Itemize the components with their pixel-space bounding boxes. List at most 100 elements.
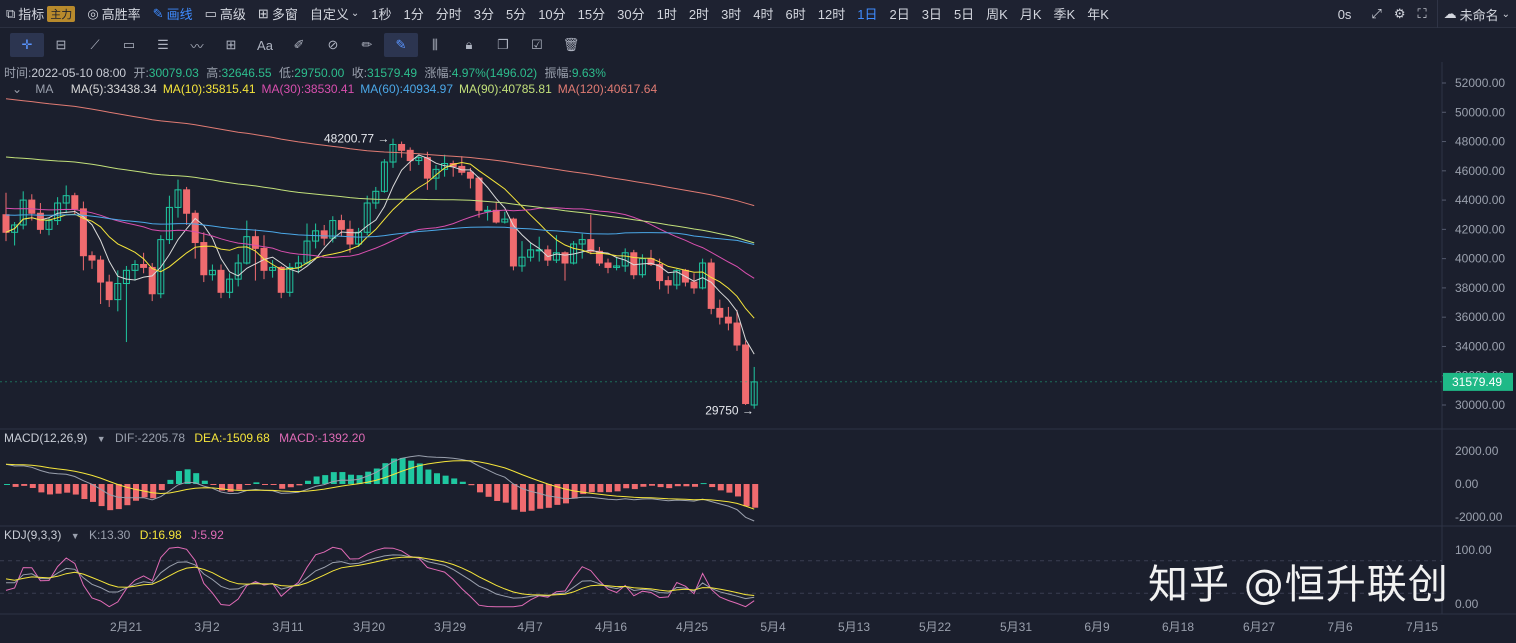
macd-bar	[511, 484, 518, 510]
x-tick-label: 3月11	[272, 620, 304, 634]
macd-bar	[227, 484, 234, 492]
x-tick-label: 4月16	[594, 620, 628, 634]
macd-bar	[107, 484, 114, 511]
candle-body	[88, 255, 96, 261]
macd-bar	[55, 484, 62, 494]
candle-body	[492, 209, 500, 223]
macd-bar	[270, 484, 277, 485]
macd-bar	[442, 475, 449, 484]
current-price-label: 31579.49	[1452, 375, 1502, 389]
macd-bar	[468, 484, 475, 486]
candle-body	[140, 263, 148, 268]
macd-tick-label: 2000.00	[1455, 444, 1499, 458]
candle-body	[71, 195, 79, 210]
x-tick-label: 7月6	[1327, 620, 1353, 634]
macd-bar	[752, 484, 759, 508]
macd-bar	[666, 484, 673, 489]
macd-bar	[692, 484, 698, 487]
macd-bar	[313, 476, 320, 484]
macd-bar	[709, 484, 716, 488]
macd-bar	[451, 478, 458, 484]
macd-bar	[38, 484, 45, 493]
price-tick-label: 48000.00	[1455, 135, 1505, 149]
macd-bar	[726, 484, 733, 493]
macd-bar	[700, 483, 707, 485]
kdj-tick-label: 0.00	[1455, 597, 1479, 611]
x-tick-label: 4月7	[517, 620, 543, 634]
candle-body	[664, 280, 672, 286]
candle-body	[2, 214, 10, 233]
candle-body	[587, 239, 595, 252]
macd-bar	[735, 484, 741, 497]
macd-bar	[348, 474, 354, 484]
price-tick-label: 52000.00	[1455, 76, 1505, 90]
macd-bar	[537, 484, 544, 509]
macd-bar	[201, 480, 208, 484]
macd-bar	[588, 484, 595, 493]
price-tick-label: 40000.00	[1455, 252, 1505, 266]
macd-bar	[133, 484, 139, 501]
macd-bar	[563, 484, 569, 504]
macd-bar	[425, 469, 432, 484]
macd-bar	[477, 484, 483, 493]
ma60-line	[5, 214, 755, 245]
macd-bar	[649, 484, 655, 486]
candle-body	[724, 316, 732, 324]
macd-bar	[4, 484, 10, 485]
candle-body	[742, 344, 750, 405]
x-tick-label: 6月18	[1161, 620, 1195, 634]
candle-body	[423, 157, 431, 179]
macd-bar	[459, 481, 466, 484]
candle-body	[484, 209, 492, 212]
macd-bar	[98, 484, 105, 507]
price-tick-label: 42000.00	[1455, 222, 1505, 236]
candle-body	[656, 263, 664, 282]
kdj-j-line	[5, 546, 755, 608]
macd-bar	[683, 484, 690, 487]
macd-bar	[236, 484, 243, 490]
candle-body	[200, 242, 208, 276]
candle-body	[337, 220, 345, 230]
ma120-line	[5, 98, 755, 207]
macd-bar	[614, 484, 621, 492]
price-tick-label: 30000.00	[1455, 398, 1505, 412]
price-tick-label: 50000.00	[1455, 105, 1505, 119]
macd-bar	[12, 484, 19, 487]
candle-body	[398, 143, 406, 151]
candle-body	[28, 199, 36, 214]
candle-body	[716, 307, 724, 318]
candle-body	[561, 252, 569, 264]
macd-bar	[21, 484, 28, 486]
candle-body	[466, 171, 474, 179]
x-tick-label: 5月13	[837, 620, 871, 634]
macd-bar	[210, 484, 217, 485]
macd-bar	[434, 473, 440, 484]
candle-body	[406, 149, 414, 162]
x-tick-label: 5月4	[760, 620, 786, 634]
candle-body	[148, 266, 156, 295]
macd-bar	[158, 484, 165, 491]
x-tick-label: 5月22	[918, 620, 952, 634]
x-tick-label: 3月29	[433, 620, 467, 634]
macd-bar	[485, 484, 492, 497]
macd-bar	[640, 484, 647, 487]
macd-bar	[72, 484, 79, 495]
macd-bar	[597, 484, 604, 493]
macd-bar	[262, 484, 268, 485]
x-tick-label: 2月21	[109, 620, 143, 634]
price-tick-label: 44000.00	[1455, 193, 1505, 207]
candle-body	[105, 281, 113, 301]
macd-bar	[305, 480, 311, 484]
macd-bar	[64, 484, 71, 493]
macd-bar	[29, 484, 36, 488]
macd-bar	[167, 479, 174, 484]
macd-bar	[743, 484, 750, 507]
candlestick-chart[interactable]: 52000.00 50000.00 48000.00 46000.00 44000.00…	[0, 0, 1516, 643]
price-tick-label: 46000.00	[1455, 164, 1505, 178]
watermark: 知乎 @恒升联创	[1148, 562, 1449, 608]
high-marker: 48200.77 →	[324, 132, 389, 146]
macd-bar	[253, 482, 260, 484]
macd-bar	[176, 470, 182, 484]
macd-bar	[502, 484, 509, 503]
macd-bar	[279, 484, 286, 489]
